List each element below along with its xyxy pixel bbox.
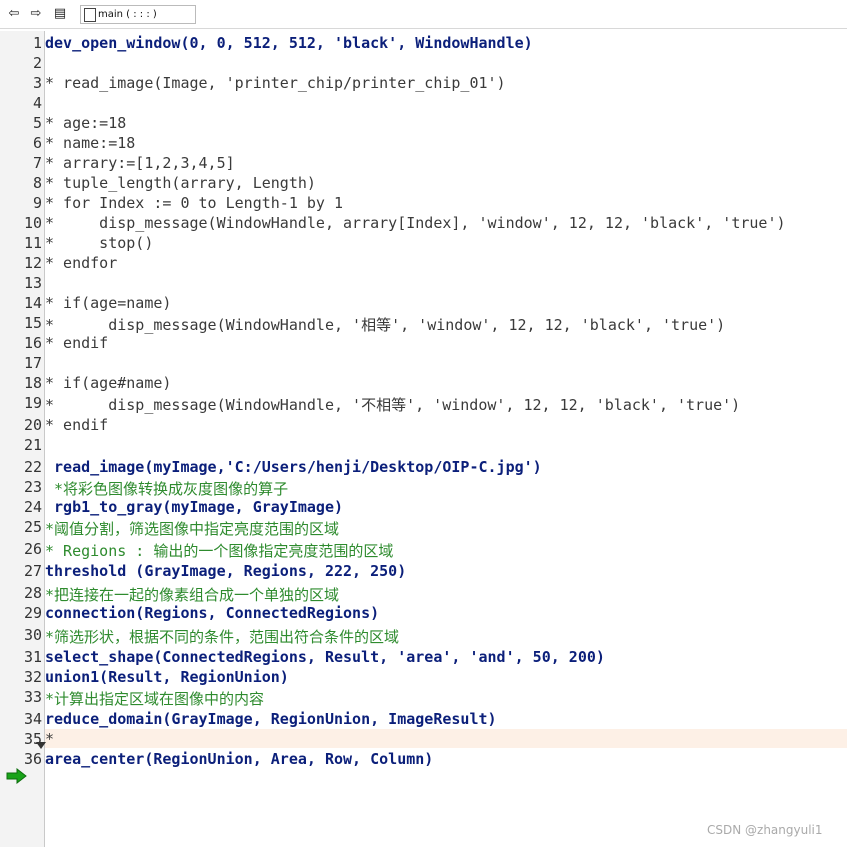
line-number: 8 [32,174,42,192]
line-number: 24 [23,498,42,516]
code-line[interactable]: * name:=18 [45,134,135,152]
code-line[interactable]: *将彩色图像转换成灰度图像的算子 [45,478,288,499]
line-number: 12 [23,254,42,272]
line-number: 31 [23,648,42,666]
code-line[interactable]: *阈值分割，筛选图像中指定亮度范围的区域 [45,518,339,539]
line-number: 28 [23,584,42,602]
line-number: 25 [23,518,42,536]
line-number: 15 [23,314,42,332]
line-number: 34 [23,710,42,728]
code-line[interactable]: * for Index := 0 to Length-1 by 1 [45,194,343,212]
line-number: 21 [23,436,42,454]
code-line[interactable]: * age:=18 [45,114,126,132]
code-line[interactable]: * endif [45,334,108,352]
code-line[interactable]: * endfor [45,254,117,272]
code-line[interactable]: * if(age=name) [45,294,171,312]
line-number: 5 [32,114,42,132]
code-line[interactable]: * disp_message(WindowHandle, arrary[Inde… [45,214,786,232]
code-line[interactable]: * stop() [45,234,153,252]
line-number: 6 [32,134,42,152]
code-line[interactable]: * disp_message(WindowHandle, '相等', 'wind… [45,314,725,335]
line-number: 30 [23,626,42,644]
line-number: 7 [32,154,42,172]
code-line[interactable]: dev_open_window(0, 0, 512, 512, 'black',… [45,34,533,52]
code-line[interactable]: * endif [45,416,108,434]
code-line[interactable]: * tuple_length(arrary, Length) [45,174,316,192]
code-line[interactable]: reduce_domain(GrayImage, RegionUnion, Im… [45,710,497,728]
procedure-icon [84,8,96,22]
code-line[interactable]: * arrary:=[1,2,3,4,5] [45,154,235,172]
procedure-label: main ( : : : ) [98,9,157,20]
line-number: 23 [23,478,42,496]
line-number: 10 [23,214,42,232]
line-number: 17 [23,354,42,372]
current-line-highlight [45,729,847,748]
line-number: 16 [23,334,42,352]
code-line[interactable]: * disp_message(WindowHandle, '不相等', 'win… [45,394,740,415]
right-arrow-icon[interactable]: ⇨ [28,5,44,23]
line-number: 19 [23,394,42,412]
line-number: 14 [23,294,42,312]
line-number: 13 [23,274,42,292]
line-number: 27 [23,562,42,580]
code-line[interactable]: *筛选形状，根据不同的条件，范围出符合条件的区域 [45,626,399,647]
watermark: CSDN @zhangyuli1 [707,823,823,837]
line-number: 3 [32,74,42,92]
code-line[interactable]: *计算出指定区域在图像中的内容 [45,688,264,709]
code-line[interactable]: rgb1_to_gray(myImage, GrayImage) [45,498,343,516]
code-line[interactable]: * if(age#name) [45,374,171,392]
line-number: 32 [23,668,42,686]
code-line[interactable]: *把连接在一起的像素组合成一个单独的区域 [45,584,339,605]
program-counter-arrow-icon [6,768,27,784]
line-number: 11 [23,234,42,252]
line-number: 4 [32,94,42,112]
line-number: 36 [23,750,42,768]
editor-toolbar: ⇦ ⇨ ▤ main ( : : : ) [0,0,847,29]
line-number: 33 [23,688,42,706]
procedure-selector[interactable]: main ( : : : ) [80,5,196,24]
line-number: 35 [23,730,42,748]
line-number: 2 [32,54,42,72]
line-number: 1 [32,34,42,52]
line-number: 26 [23,540,42,558]
code-line[interactable]: connection(Regions, ConnectedRegions) [45,604,379,622]
code-line[interactable]: union1(Result, RegionUnion) [45,668,289,686]
line-number: 20 [23,416,42,434]
code-line[interactable]: * Regions : 输出的一个图像指定亮度范围的区域 [45,540,393,561]
line-number: 18 [23,374,42,392]
line-number: 22 [23,458,42,476]
code-line[interactable]: threshold (GrayImage, Regions, 222, 250) [45,562,406,580]
code-line[interactable]: * [45,730,54,748]
code-line[interactable]: select_shape(ConnectedRegions, Result, '… [45,648,605,666]
procedure-list-icon[interactable]: ▤ [52,5,68,23]
code-line[interactable]: area_center(RegionUnion, Area, Row, Colu… [45,750,433,768]
code-line[interactable]: * read_image(Image, 'printer_chip/printe… [45,74,506,92]
line-number: 9 [32,194,42,212]
line-number: 29 [23,604,42,622]
code-line[interactable]: read_image(myImage,'C:/Users/henji/Deskt… [45,458,542,476]
left-arrow-icon[interactable]: ⇦ [6,5,22,23]
